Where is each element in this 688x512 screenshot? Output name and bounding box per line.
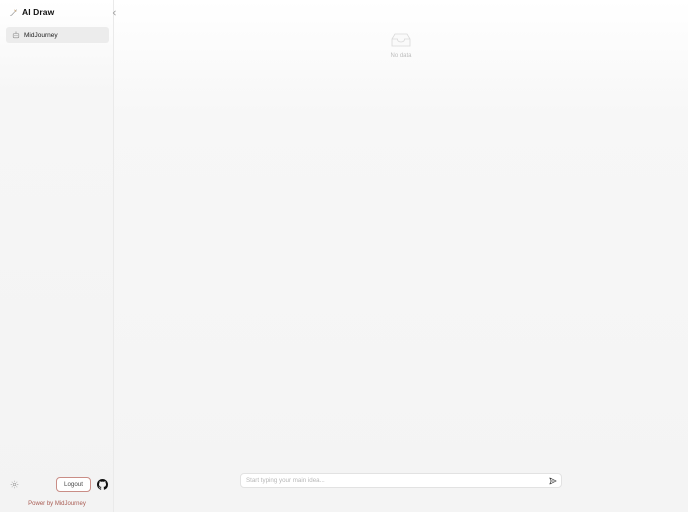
prompt-bar bbox=[240, 473, 562, 488]
prompt-input[interactable] bbox=[246, 475, 542, 486]
settings-button[interactable] bbox=[9, 479, 19, 489]
github-link[interactable] bbox=[97, 479, 108, 490]
empty-state: No data bbox=[371, 32, 431, 59]
app-window: AI Draw MidJourney Logout Power by MidJo… bbox=[0, 0, 688, 512]
app-title: AI Draw bbox=[22, 7, 55, 17]
empty-state-text: No data bbox=[390, 53, 412, 59]
sidebar-item-midjourney[interactable]: MidJourney bbox=[6, 27, 109, 43]
robot-icon bbox=[12, 31, 20, 39]
collapse-sidebar-button[interactable] bbox=[110, 9, 118, 17]
empty-inbox-icon bbox=[391, 33, 411, 47]
sidebar: AI Draw MidJourney Logout Power by MidJo… bbox=[0, 0, 116, 512]
send-button[interactable] bbox=[548, 476, 557, 485]
logout-button[interactable]: Logout bbox=[56, 477, 91, 492]
brand: AI Draw bbox=[9, 6, 54, 18]
gear-icon bbox=[10, 480, 18, 488]
paint-brush-icon bbox=[9, 8, 18, 17]
chevron-left-icon bbox=[112, 10, 116, 16]
sidebar-item-label: MidJourney bbox=[24, 31, 58, 39]
send-icon bbox=[548, 477, 557, 484]
powered-by-text: Power by MidJourney bbox=[28, 501, 86, 507]
github-icon bbox=[97, 479, 108, 490]
